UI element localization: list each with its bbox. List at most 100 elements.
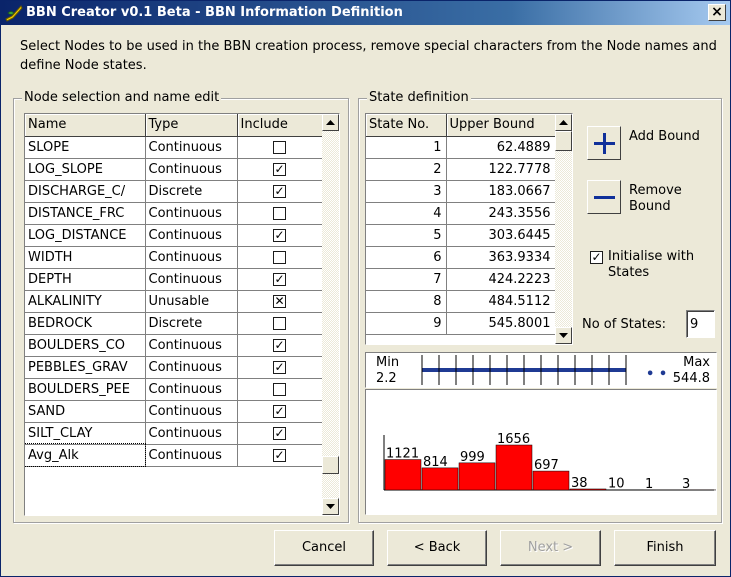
table-row[interactable]: SAND Continuous ✓ xyxy=(25,400,323,423)
node-name-cell[interactable]: DISTANCE_FRC xyxy=(25,202,146,225)
cancel-button[interactable]: Cancel xyxy=(274,530,374,566)
table-row[interactable]: BOULDERS_CO Continuous ✓ xyxy=(25,334,323,357)
include-checkbox[interactable]: ✓ xyxy=(273,448,286,462)
back-button[interactable]: < Back xyxy=(387,530,487,566)
node-name-cell[interactable]: Avg_Alk xyxy=(25,443,146,467)
node-name-cell[interactable]: SAND xyxy=(25,400,146,423)
table-row[interactable]: 8 484.5112 xyxy=(366,290,556,313)
node-type-cell: Discrete xyxy=(145,312,238,335)
upper-bound-cell[interactable]: 484.5112 xyxy=(446,290,556,313)
node-type-cell: Continuous xyxy=(145,158,238,181)
include-checkbox[interactable]: ✓ xyxy=(273,360,286,374)
finish-button[interactable]: Finish xyxy=(614,530,716,566)
scroll-thumb[interactable] xyxy=(555,131,572,151)
node-name-cell[interactable]: DISCHARGE_C/ xyxy=(25,180,146,203)
include-checkbox[interactable] xyxy=(273,316,286,330)
title-bar[interactable]: BBN Creator v0.1 Beta - BBN Information … xyxy=(1,1,730,25)
scroll-up-button[interactable] xyxy=(322,114,339,131)
column-header-name[interactable]: Name xyxy=(25,114,146,137)
node-name-cell[interactable]: LOG_SLOPE xyxy=(25,158,146,181)
table-row[interactable]: LOG_DISTANCE Continuous ✓ xyxy=(25,224,323,247)
no-of-states-input[interactable] xyxy=(686,310,715,338)
close-button[interactable]: × xyxy=(708,4,726,21)
scroll-up-button[interactable] xyxy=(555,114,572,131)
table-row[interactable]: 4 243.3556 xyxy=(366,202,556,225)
table-row[interactable]: LOG_SLOPE Continuous ✓ xyxy=(25,158,323,181)
scroll-down-button[interactable] xyxy=(555,327,572,344)
node-name-cell[interactable]: BEDROCK xyxy=(25,312,146,335)
window-title: BBN Creator v0.1 Beta - BBN Information … xyxy=(26,5,403,20)
node-name-cell[interactable]: DEPTH xyxy=(25,268,146,291)
node-name-cell[interactable]: BOULDERS_PEE xyxy=(25,378,146,401)
table-row[interactable]: SLOPE Continuous xyxy=(25,136,323,159)
table-row[interactable]: Avg_Alk Continuous ✓ xyxy=(25,443,323,467)
table-row[interactable]: 7 424.2223 xyxy=(366,268,556,291)
initialise-with-states-label: Initialise with States xyxy=(608,249,695,280)
table-row[interactable]: PEBBLES_GRAV Continuous ✓ xyxy=(25,356,323,379)
node-name-cell[interactable]: PEBBLES_GRAV xyxy=(25,356,146,379)
node-name-cell[interactable]: SILT_CLAY xyxy=(25,422,146,445)
include-checkbox[interactable]: ✓ xyxy=(273,338,286,352)
column-header-state-no[interactable]: State No. xyxy=(366,114,447,137)
node-grid-scrollbar[interactable] xyxy=(322,114,339,515)
include-checkbox[interactable]: ✕ xyxy=(273,294,286,308)
node-name-cell[interactable]: LOG_DISTANCE xyxy=(25,224,146,247)
add-bound-button[interactable] xyxy=(587,126,621,160)
table-row[interactable]: DISCHARGE_C/Discrete ✓ xyxy=(25,180,323,203)
include-checkbox[interactable] xyxy=(273,250,286,264)
include-checkbox[interactable] xyxy=(273,206,286,220)
state-grid[interactable]: State No. Upper Bound 1 62.4889 2 122.7778 3… xyxy=(365,113,573,345)
node-type-cell: Continuous xyxy=(145,136,238,159)
upper-bound-cell[interactable]: 62.4889 xyxy=(446,136,556,159)
table-row[interactable]: DEPTH Continuous ✓ xyxy=(25,268,323,291)
arrow-down-icon xyxy=(559,333,568,338)
table-row[interactable]: 6 363.9334 xyxy=(366,246,556,269)
column-header-include[interactable]: Include xyxy=(237,114,323,137)
node-name-cell[interactable]: WIDTH xyxy=(25,246,146,269)
include-checkbox[interactable]: ✓ xyxy=(273,426,286,440)
node-name-cell[interactable]: ALKALINITY xyxy=(25,290,146,313)
include-checkbox[interactable]: ✓ xyxy=(273,228,286,242)
state-no-cell: 8 xyxy=(366,290,447,313)
include-checkbox[interactable]: ✓ xyxy=(273,404,286,418)
node-grid[interactable]: Name Type Include SLOPE Continuous LOG_SLO… xyxy=(24,113,340,516)
include-checkbox[interactable] xyxy=(273,140,286,154)
include-checkbox[interactable]: ✓ xyxy=(273,162,286,176)
scroll-thumb[interactable] xyxy=(322,455,339,474)
upper-bound-cell[interactable]: 122.7778 xyxy=(446,158,556,181)
state-table-header: State No. Upper Bound xyxy=(366,114,556,137)
table-row[interactable]: WIDTH Continuous xyxy=(25,246,323,269)
bar-value-label: 1 xyxy=(645,477,653,492)
remove-bound-button[interactable] xyxy=(587,180,621,214)
outlier-dots: • • xyxy=(646,367,667,382)
table-row[interactable]: 3 183.0667 xyxy=(366,180,556,203)
table-row[interactable]: BOULDERS_PEE Continuous xyxy=(25,378,323,401)
upper-bound-cell[interactable]: 545.8001 xyxy=(446,312,556,335)
table-row[interactable]: BEDROCK Discrete xyxy=(25,312,323,335)
initialise-checkbox-box[interactable]: ✓ xyxy=(590,251,603,264)
column-header-upper-bound[interactable]: Upper Bound xyxy=(446,114,556,137)
node-selection-group: Node selection and name edit Name Type I… xyxy=(13,90,349,523)
table-row[interactable]: 1 62.4889 xyxy=(366,136,556,159)
include-checkbox[interactable]: ✓ xyxy=(273,272,286,286)
node-name-cell[interactable]: BOULDERS_CO xyxy=(25,334,146,357)
include-cell: ✓ xyxy=(237,422,323,445)
scroll-down-button[interactable] xyxy=(322,498,339,515)
state-grid-scrollbar[interactable] xyxy=(555,114,572,344)
upper-bound-cell[interactable]: 243.3556 xyxy=(446,202,556,225)
next-button[interactable]: Next > xyxy=(500,530,601,566)
include-checkbox[interactable]: ✓ xyxy=(273,184,286,198)
upper-bound-cell[interactable]: 424.2223 xyxy=(446,268,556,291)
column-header-type[interactable]: Type xyxy=(145,114,238,137)
table-row[interactable]: 2 122.7778 xyxy=(366,158,556,181)
table-row[interactable]: 5 303.6445 xyxy=(366,224,556,247)
include-checkbox[interactable] xyxy=(273,382,286,396)
table-row[interactable]: ALKALINITY Unusable ✕ xyxy=(25,290,323,313)
table-row[interactable]: DISTANCE_FRC Continuous xyxy=(25,202,323,225)
upper-bound-cell[interactable]: 183.0667 xyxy=(446,180,556,203)
upper-bound-cell[interactable]: 303.6445 xyxy=(446,224,556,247)
table-row[interactable]: 9 545.8001 xyxy=(366,312,556,335)
table-row[interactable]: SILT_CLAY Continuous ✓ xyxy=(25,422,323,445)
node-name-cell[interactable]: SLOPE xyxy=(25,136,146,159)
upper-bound-cell[interactable]: 363.9334 xyxy=(446,246,556,269)
